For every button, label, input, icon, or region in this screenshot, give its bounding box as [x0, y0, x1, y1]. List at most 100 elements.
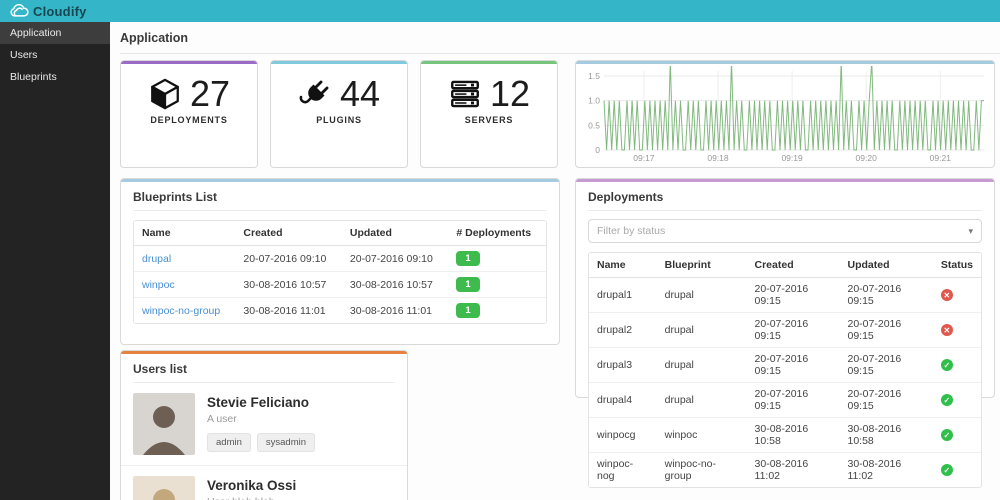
cell-blueprint: winpoc-no-group [656, 452, 747, 487]
cell-created: 30-08-2016 11:01 [235, 297, 342, 323]
cell-name: winpoc-nog [589, 452, 657, 487]
blueprint-link[interactable]: winpoc [142, 279, 175, 291]
header-logo[interactable]: Cloudify [8, 3, 87, 19]
main-content: Application 27 DEPLOYMENTS 44 PLUGINS 12… [110, 22, 1000, 500]
deployment-count-badge: 1 [456, 303, 480, 318]
card-accent [121, 61, 257, 64]
users-panel-title: Users list [133, 362, 188, 376]
cell-updated: 20-07-2016 09:15 [839, 277, 933, 313]
user-info: Veronika OssiUser blah blaheditor [207, 476, 296, 500]
cell-blueprint: winpoc [656, 417, 747, 453]
cell-name: winpocg [589, 417, 657, 453]
status-error-icon: ✕ [940, 324, 953, 337]
svg-text:09:18: 09:18 [707, 153, 729, 163]
cell-created: 20-07-2016 09:15 [746, 382, 840, 418]
cell-deployments: 1 [448, 297, 546, 323]
cell-updated: 30-08-2016 11:01 [341, 297, 449, 323]
cell-name: drupal4 [589, 382, 657, 418]
sidebar-item-users[interactable]: Users [0, 44, 110, 66]
cell-name: drupal2 [589, 312, 657, 348]
sidebar-item-blueprints[interactable]: Blueprints [0, 66, 110, 88]
stat-label: SERVERS [464, 115, 514, 125]
column-header: Name [589, 253, 657, 278]
column-header: Blueprint [656, 253, 747, 278]
sidebar-item-application[interactable]: Application [0, 22, 110, 44]
user-subtitle: User blah blah [207, 496, 296, 500]
table-row: winpoc-nog winpoc-no-group 30-08-2016 11:0… [589, 452, 981, 487]
blueprint-link[interactable]: winpoc-no-group [142, 305, 220, 317]
table-row: drupal1 drupal 20-07-2016 09:15 20-07-2016 … [589, 277, 981, 313]
cell-status: ✓ [932, 417, 981, 453]
deployment-count-badge: 1 [456, 251, 480, 266]
title-divider [120, 53, 1000, 54]
users-list: Stevie Feliciano A user admin sysadmin Veron… [121, 383, 407, 500]
deployment-count-badge: 1 [456, 277, 480, 292]
blueprint-link[interactable]: drupal [142, 253, 171, 265]
cell-status: ✓ [932, 382, 981, 418]
svg-text:09:19: 09:19 [781, 153, 803, 163]
cell-updated: 20-07-2016 09:15 [839, 382, 933, 418]
time-series-chart: 0 0.5 1.0 1.5 09:17 09:18 09:19 09:20 09:21 [576, 61, 994, 171]
column-header: Created [235, 221, 342, 246]
cell-created: 20-07-2016 09:15 [746, 312, 840, 348]
avatar [133, 393, 195, 455]
svg-text:1.5: 1.5 [588, 71, 600, 81]
deployments-count: 27 [189, 73, 231, 114]
column-header: Updated [839, 253, 933, 278]
cell-created: 20-07-2016 09:15 [746, 277, 840, 313]
plug-icon [298, 77, 332, 111]
status-ok-icon: ✓ [940, 429, 953, 442]
stat-card-plugins: 44 PLUGINS [270, 60, 408, 168]
servers-count: 12 [489, 73, 531, 114]
users-panel: Users list Stevie Feliciano A user admin sy… [120, 350, 408, 500]
column-header: Status [932, 253, 981, 278]
table-row: drupal 20-07-2016 09:10 20-07-2016 09:10 1 [134, 245, 546, 272]
filter-placeholder: Filter by status [597, 225, 666, 237]
table-row: winpoc 30-08-2016 10:57 30-08-2016 10:57 1 [134, 271, 546, 298]
cloud-logo-icon [8, 3, 30, 19]
cell-created: 30-08-2016 11:02 [746, 452, 840, 487]
status-ok-icon: ✓ [940, 394, 953, 407]
table-row: drupal3 drupal 20-07-2016 09:15 20-07-2016 … [589, 347, 981, 383]
table-row: drupal2 drupal 20-07-2016 09:15 20-07-2016 … [589, 312, 981, 348]
cell-updated: 30-08-2016 10:57 [341, 271, 449, 298]
status-filter-dropdown[interactable]: Filter by status ▾ [588, 219, 982, 243]
divider [133, 210, 547, 211]
cell-updated: 20-07-2016 09:15 [839, 312, 933, 348]
cell-blueprint: drupal [656, 347, 747, 383]
chevron-down-icon: ▾ [968, 225, 973, 236]
user-list-item: Stevie Feliciano A user admin sysadmin [121, 383, 407, 466]
cell-status: ✓ [932, 347, 981, 383]
role-tag: admin [207, 433, 251, 452]
cell-blueprint: drupal [656, 382, 747, 418]
svg-text:0.5: 0.5 [588, 120, 600, 130]
table-row: winpocg winpoc 30-08-2016 10:58 30-08-2016 … [589, 417, 981, 453]
user-tags: admin sysadmin [207, 433, 315, 452]
app-header: Cloudify [0, 0, 1000, 22]
svg-text:0: 0 [595, 145, 600, 155]
deployments-panel-title: Deployments [588, 190, 664, 204]
card-accent [421, 61, 557, 64]
cell-created: 30-08-2016 10:57 [235, 271, 342, 298]
cell-created: 20-07-2016 09:10 [235, 245, 342, 272]
page-title: Application [120, 31, 189, 45]
blueprints-table: Name Created Updated # Deployments drupal 20… [133, 220, 547, 324]
column-header: Updated [341, 221, 449, 246]
cell-updated: 20-07-2016 09:10 [341, 245, 449, 272]
status-ok-icon: ✓ [940, 464, 953, 477]
blueprints-panel-title: Blueprints List [133, 190, 218, 204]
card-accent [271, 61, 407, 64]
cloudify-dashboard: { "header": { "brand": "Cloudify" }, "si… [0, 0, 1000, 500]
svg-text:09:21: 09:21 [930, 153, 952, 163]
cell-name: drupal1 [589, 277, 657, 313]
column-header: Name [134, 221, 236, 246]
cube-icon [148, 77, 182, 111]
metrics-chart-card: 0 0.5 1.0 1.5 09:17 09:18 09:19 09:20 09:21 [575, 60, 995, 168]
stat-card-deployments: 27 DEPLOYMENTS [120, 60, 258, 168]
svg-text:09:20: 09:20 [856, 153, 878, 163]
table-row: drupal4 drupal 20-07-2016 09:15 20-07-2016 … [589, 382, 981, 418]
cell-updated: 30-08-2016 10:58 [839, 417, 933, 453]
cell-created: 30-08-2016 10:58 [746, 417, 840, 453]
user-name: Veronika Ossi [207, 478, 297, 493]
servers-icon [448, 77, 482, 111]
